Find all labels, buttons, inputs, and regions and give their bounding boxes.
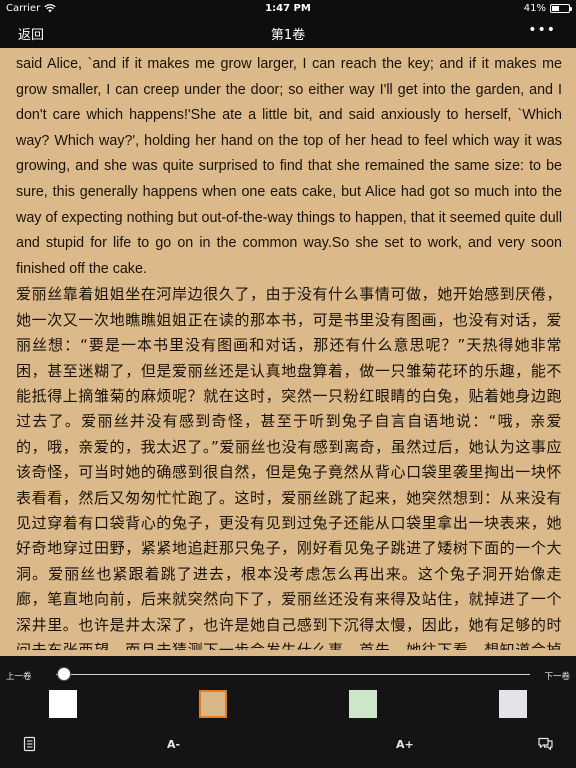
theme-swatch-green[interactable] <box>349 690 377 718</box>
reader-content: said Alice, `and if it makes me grow lar… <box>16 52 562 650</box>
chinese-paragraph: 爱丽丝靠着姐姐坐在河岸边很久了，由于没有什么事情可做，她开始感到厌倦，她一次又一… <box>16 285 562 650</box>
font-increase-button[interactable]: A+ <box>396 738 414 751</box>
battery-percent: 41% <box>523 3 546 14</box>
font-decrease-button[interactable]: A- <box>167 738 180 751</box>
theme-swatch-tan[interactable] <box>199 690 227 718</box>
theme-swatch-gray[interactable] <box>499 690 527 718</box>
reader-controls: 上一卷 下一卷 A- A+ <box>0 656 576 768</box>
progress-slider-track[interactable] <box>56 674 530 675</box>
status-bar: Carrier 1:47 PM 41% <box>0 0 576 18</box>
prev-chapter-button[interactable]: 上一卷 <box>6 670 32 682</box>
catalog-icon[interactable] <box>23 736 37 756</box>
battery-fill <box>552 6 559 11</box>
volume-title: 第1卷 <box>270 28 306 43</box>
battery-tip <box>570 7 572 11</box>
battery-icon <box>550 4 572 13</box>
status-right: 41% <box>523 3 572 14</box>
theme-swatch-white[interactable] <box>49 690 77 718</box>
progress-slider-thumb[interactable] <box>57 667 71 681</box>
nav-bar: 返回 第1卷 ••• <box>0 18 576 48</box>
status-time: 1:47 PM <box>265 3 311 14</box>
english-paragraph: said Alice, `and if it makes me grow lar… <box>16 56 562 277</box>
next-chapter-button[interactable]: 下一卷 <box>544 670 570 682</box>
more-options-button[interactable]: ••• <box>528 22 556 38</box>
comment-icon[interactable] <box>537 736 554 756</box>
